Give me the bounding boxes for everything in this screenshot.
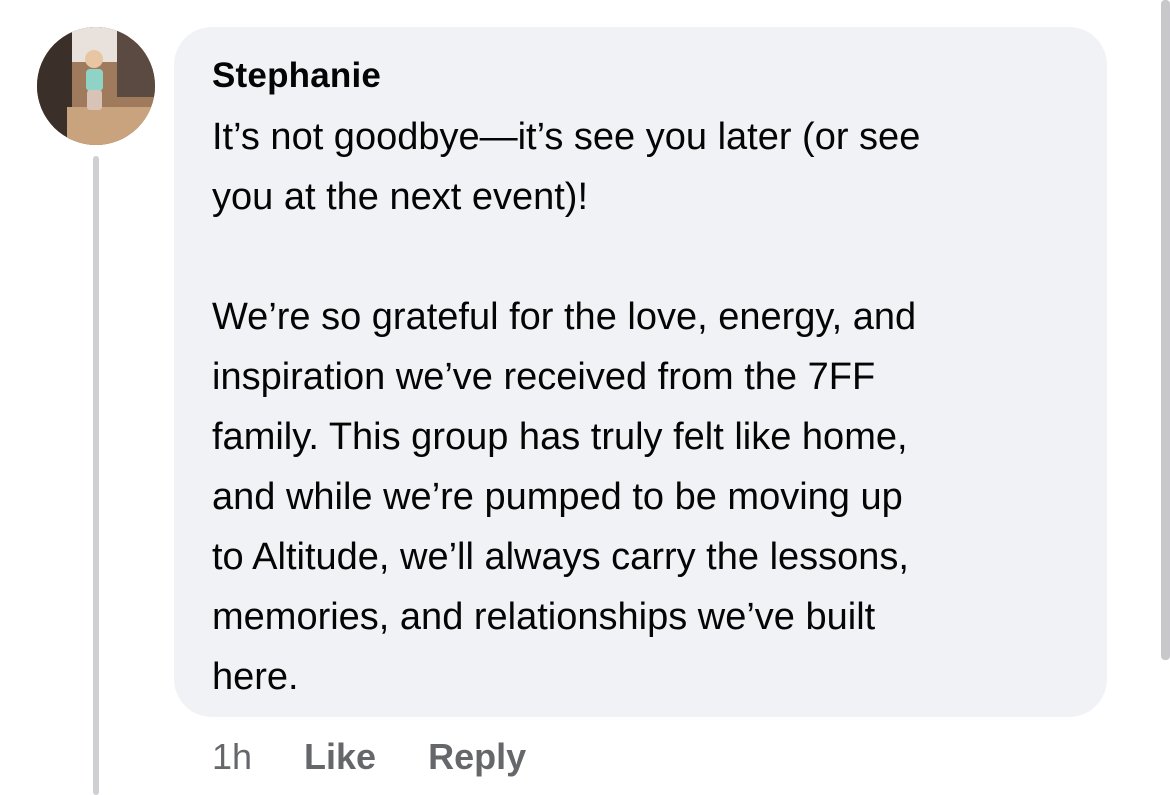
comment-timestamp[interactable]: 1h [212, 736, 252, 778]
profile-photo-icon [37, 27, 155, 145]
scrollbar[interactable] [1161, 0, 1170, 660]
comment-actions: 1h Like Reply [212, 732, 578, 782]
like-button[interactable]: Like [304, 736, 376, 778]
reply-button[interactable]: Reply [428, 736, 526, 778]
comment-bubble: Stephanie It’s not goodbye—it’s see you … [174, 27, 1107, 717]
comment-author[interactable]: Stephanie [212, 55, 1077, 97]
comment-paragraph: We’re so grateful for the love, energy, … [212, 296, 917, 698]
comment-body: It’s not goodbye—it’s see you later (or … [212, 107, 1077, 707]
thread-line [93, 156, 99, 795]
comment-paragraph: It’s not goodbye—it’s see you later (or … [212, 116, 921, 218]
avatar[interactable] [37, 27, 155, 145]
